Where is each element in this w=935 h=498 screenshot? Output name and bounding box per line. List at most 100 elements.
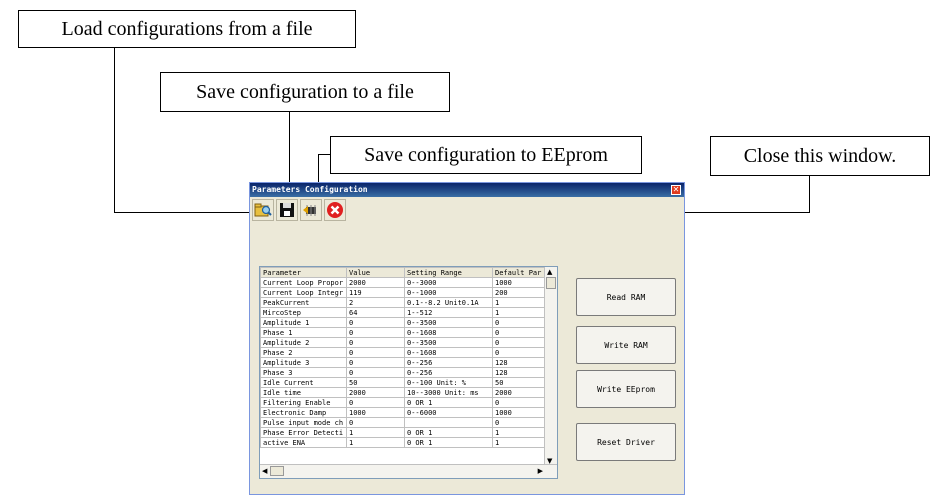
- value-cell[interactable]: 0: [346, 417, 405, 428]
- table-row[interactable]: Pulse input mode ch 0 0: [260, 417, 545, 428]
- default-cell: 1: [492, 297, 545, 308]
- range-cell: 0--1608: [404, 327, 493, 338]
- write-eeprom-button[interactable]: Write EEprom: [576, 370, 676, 408]
- connector-load: [114, 48, 115, 213]
- write-ram-button[interactable]: Write RAM: [576, 326, 676, 364]
- parameter-cell: Filtering Enable: [260, 397, 347, 408]
- range-cell: 10--3000 Unit: ms: [404, 387, 493, 398]
- default-cell: 1000: [492, 407, 545, 418]
- value-cell[interactable]: 0: [346, 367, 405, 378]
- parameter-cell: Current Loop Propor: [260, 277, 347, 288]
- value-cell[interactable]: 2000: [346, 277, 405, 288]
- table-row[interactable]: Phase 1 0 0--1608 0: [260, 327, 545, 338]
- range-cell: 0--6000: [404, 407, 493, 418]
- table-row[interactable]: MircoStep 64 1--512 1: [260, 307, 545, 318]
- column-header[interactable]: Value: [346, 267, 405, 278]
- range-cell: 0 OR 1: [404, 397, 493, 408]
- toolbar: [252, 199, 346, 223]
- value-cell[interactable]: 0: [346, 357, 405, 368]
- default-cell: 0: [492, 417, 545, 428]
- scroll-right-icon[interactable]: ▶: [538, 467, 543, 475]
- value-cell[interactable]: 0: [346, 337, 405, 348]
- value-cell[interactable]: 64: [346, 307, 405, 318]
- save-file-icon: [280, 203, 294, 217]
- open-file-button[interactable]: [252, 199, 274, 221]
- range-cell: 0--3500: [404, 337, 493, 348]
- parameter-cell: Amplitude 2: [260, 337, 347, 348]
- table-row[interactable]: active ENA 1 0 OR 11: [260, 437, 545, 448]
- default-cell: 50: [492, 377, 545, 388]
- parameter-cell: PeakCurrent: [260, 297, 347, 308]
- default-cell: 128: [492, 357, 545, 368]
- table-row[interactable]: Amplitude 2 0 0--3500 0: [260, 337, 545, 348]
- range-cell: 0--100 Unit: %: [404, 377, 493, 388]
- parameter-cell: Current Loop Integr: [260, 287, 347, 298]
- read-ram-button[interactable]: Read RAM: [576, 278, 676, 316]
- table-row[interactable]: Current Loop Integr 119 0--1000 200: [260, 287, 545, 298]
- range-cell: 0--1608: [404, 347, 493, 358]
- value-cell[interactable]: 1000: [346, 407, 405, 418]
- horizontal-scroll-thumb[interactable]: [270, 466, 284, 476]
- table-row[interactable]: Idle Current 50 0--100 Unit: % 50: [260, 377, 545, 388]
- table-row[interactable]: Amplitude 1 0 0--3500 0: [260, 317, 545, 328]
- parameter-cell: active ENA: [260, 437, 347, 448]
- value-cell[interactable]: 1: [346, 437, 405, 448]
- vertical-scroll-thumb[interactable]: [546, 277, 556, 289]
- vertical-scrollbar[interactable]: ▲ ▼: [544, 267, 557, 466]
- connector-load-h: [114, 212, 254, 213]
- value-cell[interactable]: 2: [346, 297, 405, 308]
- parameter-cell: Phase Error Detecti: [260, 427, 347, 438]
- value-cell[interactable]: 1: [346, 427, 405, 438]
- range-cell: 0--3000: [404, 277, 493, 288]
- table-row[interactable]: Amplitude 3 0 0--256 128: [260, 357, 545, 368]
- reset-driver-button[interactable]: Reset Driver: [576, 423, 676, 461]
- value-cell[interactable]: 0: [346, 347, 405, 358]
- parameters-window: Parameters Configuration ✕ Parameter Val…: [249, 182, 685, 495]
- table-row[interactable]: Filtering Enable 0 0 OR 10: [260, 397, 545, 408]
- window-title: Parameters Configuration: [252, 185, 368, 194]
- default-cell: 0: [492, 327, 545, 338]
- window-close-icon[interactable]: ✕: [671, 185, 681, 195]
- table-header-row: Parameter Value Setting Range Default Pa…: [260, 267, 545, 278]
- table-row[interactable]: Phase Error Detecti 1 0 OR 11: [260, 427, 545, 438]
- range-cell: 0--256: [404, 367, 493, 378]
- value-cell[interactable]: 2000: [346, 387, 405, 398]
- callout-save-eeprom: Save configuration to EEprom: [330, 136, 642, 174]
- parameter-cell: Pulse input mode ch: [260, 417, 347, 428]
- eeprom-write-icon: [303, 205, 316, 216]
- value-cell[interactable]: 119: [346, 287, 405, 298]
- default-cell: 128: [492, 367, 545, 378]
- scroll-left-icon[interactable]: ◀: [262, 467, 267, 475]
- save-file-button[interactable]: [276, 199, 298, 221]
- close-window-button[interactable]: [324, 199, 346, 221]
- parameter-grid[interactable]: Parameter Value Setting Range Default Pa…: [259, 266, 558, 479]
- table-row[interactable]: Idle time 2000 10--3000 Unit: ms 2000: [260, 387, 545, 398]
- value-cell[interactable]: 0: [346, 327, 405, 338]
- default-cell: 0: [492, 347, 545, 358]
- table-row[interactable]: Current Loop Propor 2000 0--3000 1000: [260, 277, 545, 288]
- horizontal-scrollbar[interactable]: ◀ ▶: [260, 464, 557, 478]
- range-cell: 1--512: [404, 307, 493, 318]
- column-header[interactable]: Setting Range: [404, 267, 493, 278]
- default-cell: 1: [492, 437, 545, 448]
- parameter-cell: Idle Current: [260, 377, 347, 388]
- table-row[interactable]: Phase 3 0 0--256 128: [260, 367, 545, 378]
- column-header[interactable]: Default Par: [492, 267, 545, 278]
- callout-close-window: Close this window.: [710, 136, 930, 176]
- value-cell[interactable]: 0: [346, 317, 405, 328]
- scroll-up-icon[interactable]: ▲: [547, 268, 552, 276]
- table-row[interactable]: Electronic Damp 1000 0--6000 1000: [260, 407, 545, 418]
- range-cell: 0--1000: [404, 287, 493, 298]
- parameter-cell: Phase 2: [260, 347, 347, 358]
- default-cell: 0: [492, 337, 545, 348]
- range-cell: 0--3500: [404, 317, 493, 328]
- value-cell[interactable]: 0: [346, 397, 405, 408]
- parameter-cell: Phase 3: [260, 367, 347, 378]
- column-header[interactable]: Parameter: [260, 267, 347, 278]
- table-row[interactable]: Phase 2 0 0--1608 0: [260, 347, 545, 358]
- eeprom-write-button[interactable]: [300, 199, 322, 221]
- table-row[interactable]: PeakCurrent 2 0.1--8.2 Unit0.1A 1: [260, 297, 545, 308]
- default-cell: 200: [492, 287, 545, 298]
- value-cell[interactable]: 50: [346, 377, 405, 388]
- range-cell: 0--256: [404, 357, 493, 368]
